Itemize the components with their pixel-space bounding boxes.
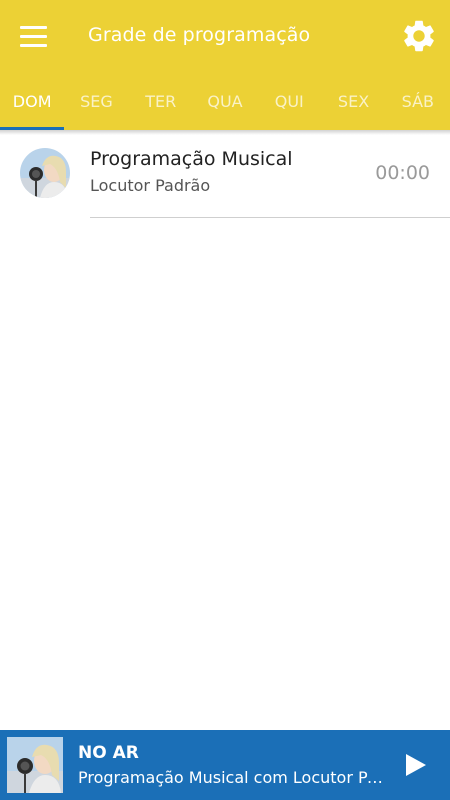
tab-qua[interactable]: QUA: [193, 72, 257, 130]
now-playing-title: Programação Musical com Locutor Padrão: [78, 768, 383, 787]
host-avatar: [20, 148, 70, 198]
menu-line: [20, 43, 47, 47]
schedule-item[interactable]: Programação Musical Locutor Padrão 00:00: [0, 130, 450, 218]
menu-line: [20, 34, 47, 38]
tab-dom[interactable]: DOM: [0, 72, 65, 130]
divider: [90, 217, 450, 218]
tab-qui[interactable]: QUI: [257, 72, 321, 130]
toolbar: Grade de programação: [0, 0, 450, 72]
program-title: Programação Musical: [90, 148, 293, 170]
tab-seg[interactable]: SEG: [64, 72, 128, 130]
tab-sex[interactable]: SEX: [321, 72, 385, 130]
schedule-screen: Grade de programação DOM SEG TER QUA QUI…: [0, 0, 450, 800]
program-time: 00:00: [375, 162, 430, 184]
host-avatar-photo: [20, 148, 70, 198]
now-playing-thumbnail: [7, 737, 63, 793]
gear-icon[interactable]: [400, 17, 438, 55]
program-host: Locutor Padrão: [90, 176, 211, 195]
hamburger-menu-icon[interactable]: [14, 18, 56, 54]
now-playing-bar[interactable]: NO AR Programação Musical com Locutor Pa…: [0, 730, 450, 800]
menu-line: [20, 25, 47, 29]
play-icon[interactable]: [402, 752, 428, 778]
page-title: Grade de programação: [88, 24, 311, 46]
host-avatar-photo: [7, 737, 63, 793]
schedule-list: Programação Musical Locutor Padrão 00:00: [0, 130, 450, 218]
tab-sab[interactable]: SÁB: [386, 72, 450, 130]
day-tabs: DOM SEG TER QUA QUI SEX SÁB: [0, 72, 450, 130]
app-bar: Grade de programação DOM SEG TER QUA QUI…: [0, 0, 450, 130]
on-air-label: NO AR: [78, 743, 139, 763]
tab-ter[interactable]: TER: [129, 72, 193, 130]
